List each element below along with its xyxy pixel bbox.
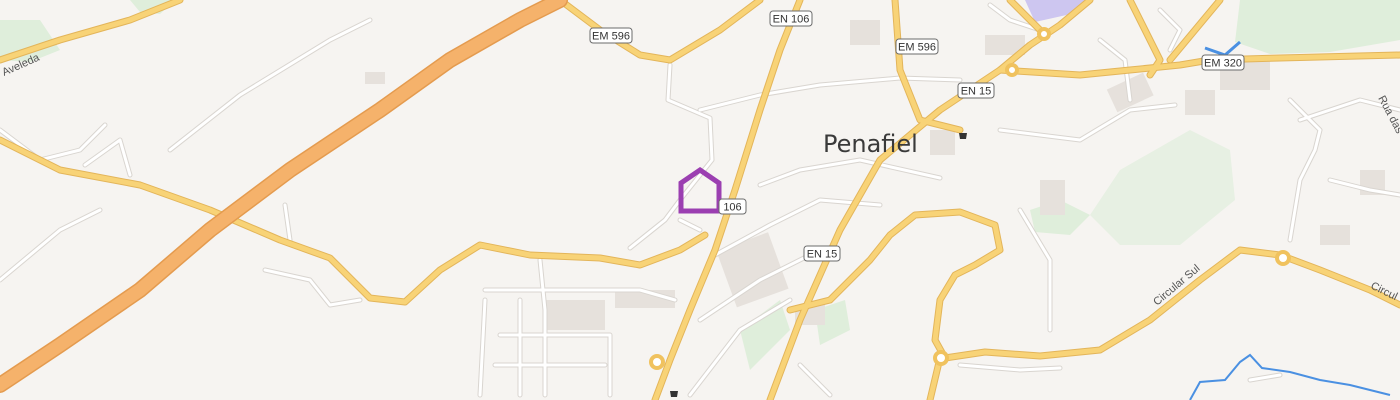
building bbox=[930, 130, 955, 155]
svg-text:EM 320: EM 320 bbox=[1204, 58, 1242, 70]
map-canvas[interactable]: Penafiel Aveleda Circular Sul Circul Rua… bbox=[0, 0, 1400, 400]
svg-text:EN 15: EN 15 bbox=[807, 249, 838, 261]
route-shield: EN 15 bbox=[957, 82, 995, 99]
svg-text:EN 15: EN 15 bbox=[961, 86, 992, 98]
building bbox=[545, 300, 605, 330]
building bbox=[1040, 180, 1065, 215]
roundabout bbox=[1037, 27, 1051, 41]
roundabout bbox=[1005, 63, 1019, 77]
shopping-cart-icon bbox=[670, 391, 678, 397]
building bbox=[850, 20, 880, 45]
roundabout bbox=[649, 354, 665, 370]
svg-text:106: 106 bbox=[723, 202, 741, 214]
building bbox=[1320, 225, 1350, 245]
building bbox=[365, 72, 385, 84]
svg-text:EM 596: EM 596 bbox=[898, 42, 936, 54]
shopping-cart-icon bbox=[959, 133, 967, 139]
route-shield: 106 bbox=[718, 198, 747, 215]
svg-text:EN 106: EN 106 bbox=[773, 14, 810, 26]
roundabout bbox=[1275, 250, 1291, 266]
roundabout bbox=[933, 350, 949, 366]
svg-text:EM 596: EM 596 bbox=[592, 31, 630, 43]
route-shield: EN 15 bbox=[803, 245, 841, 262]
route-shield: EM 320 bbox=[1201, 54, 1245, 71]
building bbox=[1185, 90, 1215, 115]
route-shield: EM 596 bbox=[895, 38, 939, 55]
route-shield: EN 106 bbox=[769, 10, 813, 27]
route-shield: EM 596 bbox=[589, 27, 633, 44]
city-label: Penafiel bbox=[823, 130, 918, 158]
